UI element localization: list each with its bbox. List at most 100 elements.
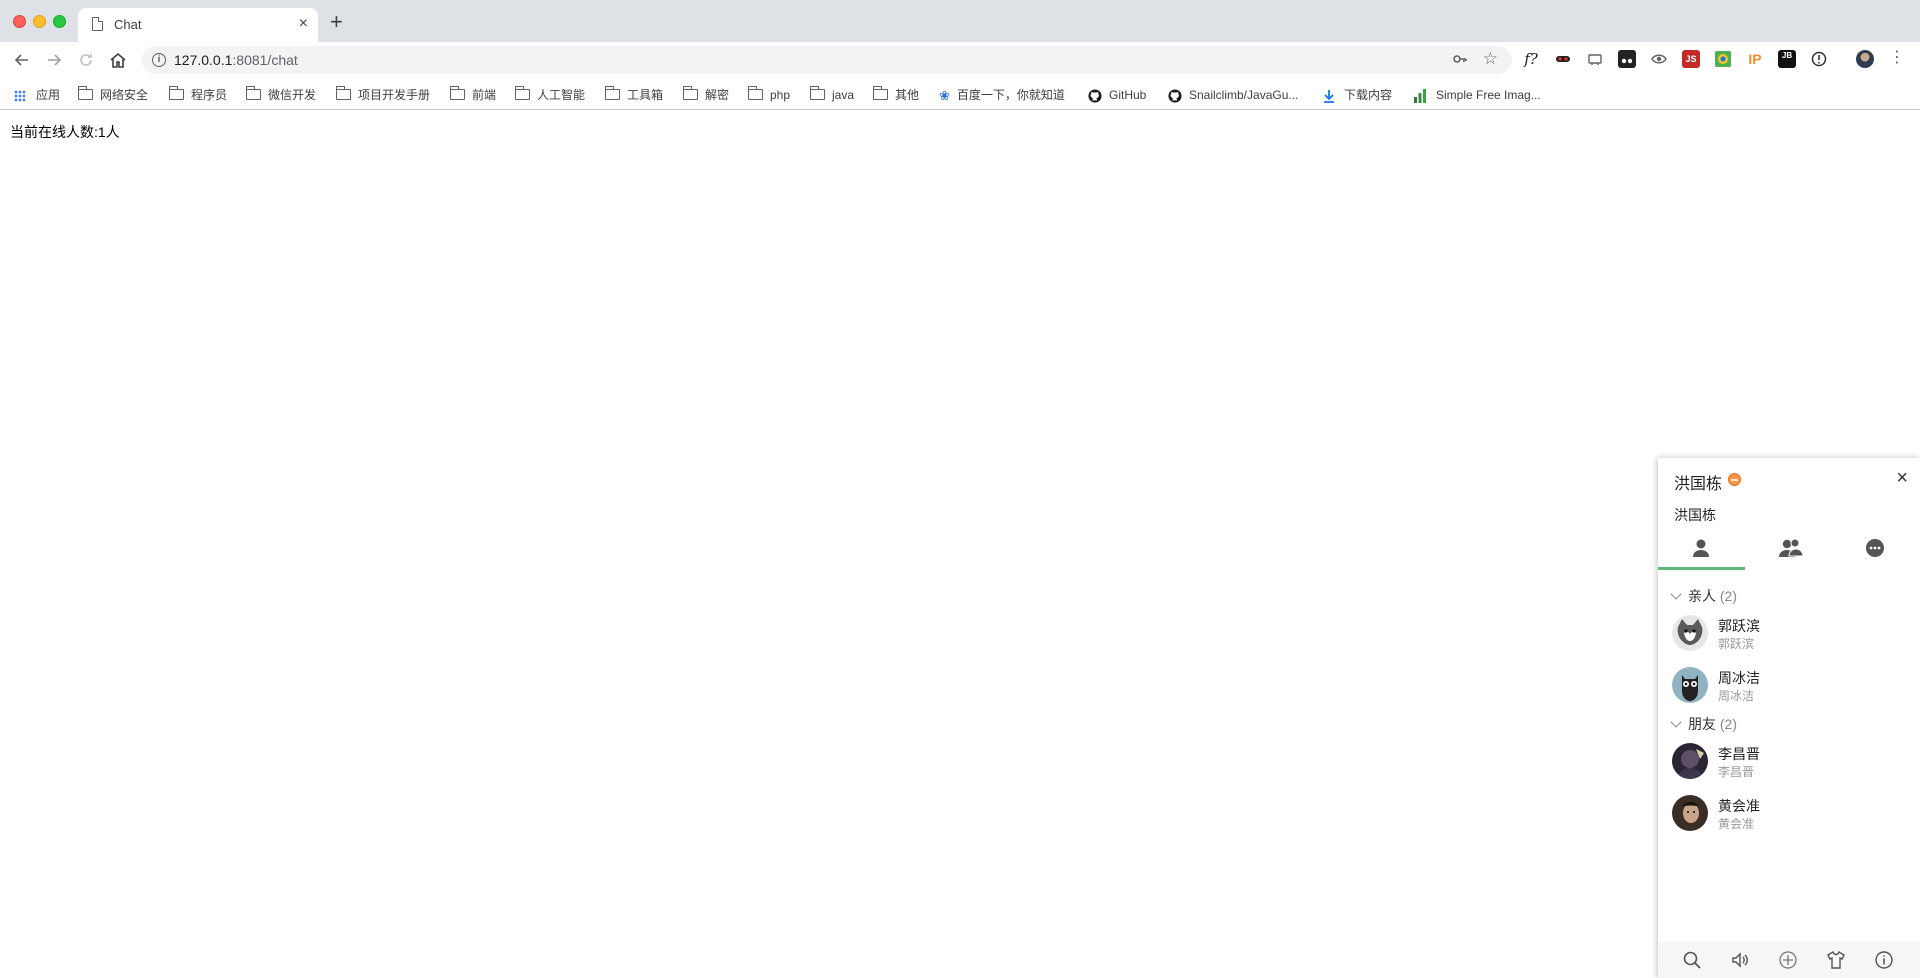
- chat-bubble-icon: [1866, 539, 1884, 557]
- home-button[interactable]: [106, 48, 130, 72]
- tampermonkey-extension-icon[interactable]: [1618, 50, 1636, 68]
- chevron-down-icon: [1670, 716, 1682, 728]
- list-item[interactable]: 黄会准 黄会准: [1672, 792, 1912, 836]
- about-icon[interactable]: [1874, 950, 1894, 970]
- folder-icon: [605, 86, 620, 101]
- bookmark-folder[interactable]: 网络安全: [78, 86, 148, 104]
- window-close-button[interactable]: [13, 15, 26, 28]
- bookmark-downloads[interactable]: 下载内容: [1323, 86, 1392, 104]
- jetbrains-extension-icon[interactable]: JB: [1778, 50, 1796, 68]
- github-icon: [1088, 89, 1102, 103]
- browser-menu-icon[interactable]: ⋮: [1888, 50, 1906, 68]
- online-count-text: 当前在线人数:1人: [10, 124, 120, 140]
- chat-panel-tabs: [1658, 530, 1920, 570]
- folder-icon: [515, 86, 530, 101]
- js-extension-icon[interactable]: JS: [1682, 50, 1700, 68]
- eye-extension-icon[interactable]: [1650, 50, 1668, 68]
- person-icon: [1693, 539, 1709, 557]
- bookmark-folder[interactable]: 前端: [450, 86, 496, 104]
- window-maximize-button[interactable]: [53, 15, 66, 28]
- bookmark-github[interactable]: GitHub: [1088, 86, 1146, 104]
- tab-title: Chat: [114, 17, 142, 32]
- reload-button[interactable]: [74, 48, 98, 72]
- friend-name: 周冰洁: [1718, 670, 1760, 686]
- list-item[interactable]: 郭跃滨 郭跃滨: [1672, 612, 1912, 656]
- folder-icon: [873, 86, 888, 101]
- baidu-paw-icon: ❀: [939, 87, 950, 103]
- site-info-icon[interactable]: i: [152, 53, 166, 67]
- chat-panel-footer: [1658, 942, 1920, 978]
- skin-icon[interactable]: [1826, 950, 1846, 970]
- back-button[interactable]: [10, 48, 34, 72]
- avatar: [1672, 667, 1708, 703]
- folder-icon: [246, 86, 261, 101]
- friend-name: 李昌晋: [1718, 746, 1760, 762]
- sound-icon[interactable]: [1730, 950, 1750, 970]
- tab-history[interactable]: [1832, 530, 1919, 570]
- bookmark-folder[interactable]: java: [810, 86, 854, 104]
- bookmark-baidu[interactable]: ❀ 百度一下，你就知道: [939, 86, 1065, 104]
- bookmark-folder[interactable]: 人工智能: [515, 86, 585, 104]
- browser-toolbar: i 127.0.0.1:8081/chat ☆ f? JS IP JB ⋮: [0, 42, 1920, 78]
- browser-tab-chat[interactable]: Chat ×: [78, 8, 318, 42]
- list-item[interactable]: 李昌晋 李昌晋: [1672, 740, 1912, 784]
- friend-sign: 周冰洁: [1718, 689, 1755, 703]
- group-icon: [1779, 538, 1804, 557]
- font-finder-extension-icon[interactable]: f?: [1522, 50, 1540, 68]
- bookmark-folder[interactable]: php: [748, 86, 790, 104]
- tab-close-icon[interactable]: ×: [299, 14, 308, 34]
- bookmark-folder[interactable]: 程序员: [169, 86, 227, 104]
- tab-groups[interactable]: [1745, 530, 1832, 570]
- search-icon[interactable]: [1682, 950, 1702, 970]
- chat-user-sign[interactable]: 洪国栋: [1674, 505, 1716, 525]
- profile-avatar-icon[interactable]: [1856, 50, 1874, 68]
- page-icon: [92, 17, 103, 31]
- chrome-extension-icon[interactable]: [1714, 50, 1732, 68]
- bookmark-star-icon[interactable]: ☆: [1483, 49, 1498, 69]
- folder-icon: [336, 86, 351, 101]
- folder-icon: [748, 86, 763, 101]
- folder-icon: [169, 86, 184, 101]
- friend-sign: 黄会准: [1718, 817, 1755, 831]
- arrow-left-icon: [14, 54, 28, 66]
- avatar: [1672, 615, 1708, 651]
- apps-grid-icon: [14, 89, 26, 102]
- bookmark-folder[interactable]: 解密: [683, 86, 729, 104]
- browser-tab-strip: Chat × +: [0, 0, 1920, 42]
- folder-icon: [683, 86, 698, 101]
- add-icon[interactable]: [1778, 950, 1798, 970]
- download-icon: [1324, 89, 1334, 103]
- chat-username: 洪国栋: [1674, 476, 1723, 493]
- bookmark-folder[interactable]: 工具箱: [605, 86, 663, 104]
- address-bar[interactable]: i 127.0.0.1:8081/chat ☆: [142, 46, 1512, 74]
- bookmark-folder[interactable]: 其他: [873, 86, 919, 104]
- folder-icon: [450, 86, 465, 101]
- friend-group-header[interactable]: 朋友 (2): [1670, 714, 1737, 734]
- page-content: 当前在线人数:1人: [0, 111, 1920, 978]
- bookmark-simple-free-image[interactable]: Simple Free Imag...: [1413, 86, 1541, 104]
- bookmark-folder[interactable]: 项目开发手册: [336, 86, 430, 104]
- window-minimize-button[interactable]: [33, 15, 46, 28]
- bar-chart-icon: [1414, 88, 1426, 103]
- new-tab-button[interactable]: +: [330, 11, 343, 33]
- mask-extension-icon[interactable]: [1554, 50, 1572, 68]
- friend-name: 黄会准: [1718, 798, 1760, 814]
- avatar: [1672, 795, 1708, 831]
- ip-extension-icon[interactable]: IP: [1746, 50, 1764, 68]
- info-extension-icon[interactable]: [1810, 50, 1828, 68]
- bookmark-javaguide[interactable]: Snailclimb/JavaGu...: [1168, 86, 1298, 104]
- status-away-icon[interactable]: [1728, 473, 1741, 486]
- chat-panel-close-icon[interactable]: ×: [1896, 467, 1908, 489]
- bookmark-apps[interactable]: 应用: [14, 86, 60, 104]
- chevron-down-icon: [1670, 588, 1682, 600]
- forward-button[interactable]: [42, 48, 66, 72]
- tab-friends[interactable]: [1658, 530, 1745, 570]
- key-icon[interactable]: [1452, 51, 1468, 70]
- url-text: 127.0.0.1:8081/chat: [174, 52, 298, 68]
- reader-extension-icon[interactable]: [1586, 50, 1604, 68]
- friend-group-header[interactable]: 亲人 (2): [1670, 586, 1737, 606]
- list-item[interactable]: 周冰洁 周冰洁: [1672, 664, 1912, 708]
- folder-icon: [78, 86, 93, 101]
- bookmark-folder[interactable]: 微信开发: [246, 86, 316, 104]
- reload-icon: [80, 54, 92, 66]
